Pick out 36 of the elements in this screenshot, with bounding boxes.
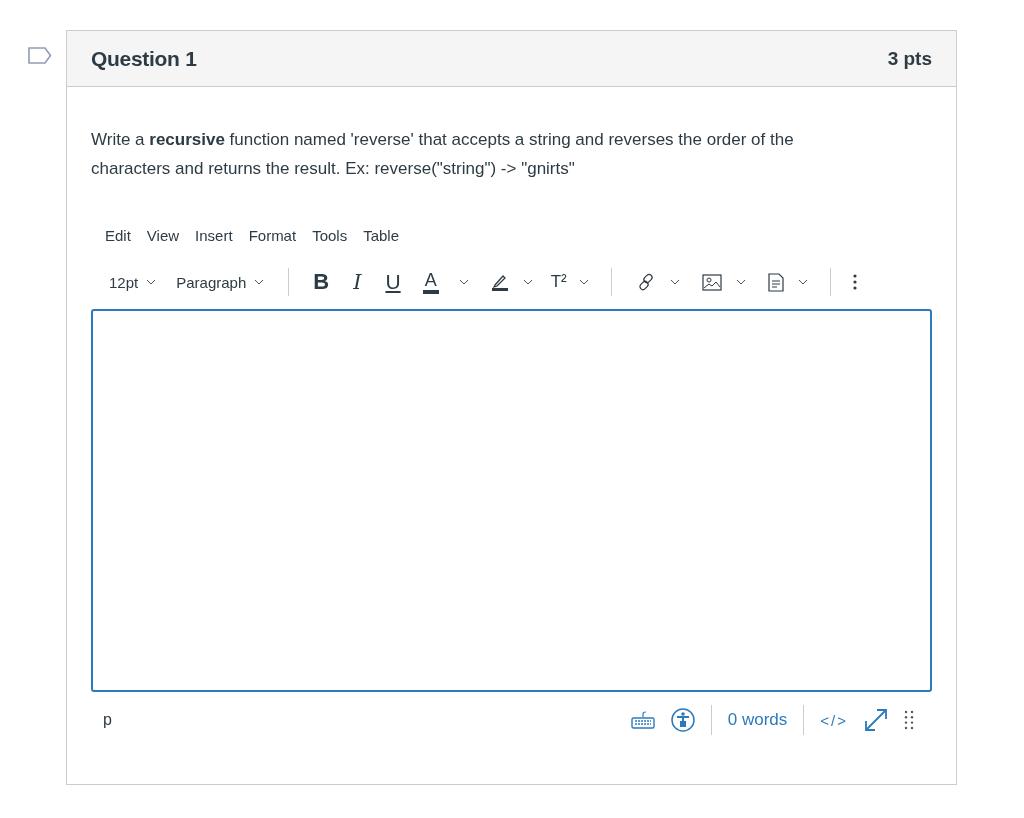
chevron-down-icon[interactable] bbox=[669, 279, 680, 285]
word-count[interactable]: 0 words bbox=[727, 710, 788, 730]
resize-handle-icon[interactable] bbox=[904, 710, 914, 730]
question-title: Question 1 bbox=[91, 46, 197, 71]
menu-item[interactable]: Format bbox=[242, 223, 305, 248]
more-options-icon[interactable] bbox=[852, 274, 857, 290]
document-icon[interactable] bbox=[767, 272, 784, 292]
chevron-down-icon[interactable] bbox=[797, 279, 808, 285]
menu-item[interactable]: Tools bbox=[306, 223, 356, 248]
chevron-down-icon[interactable] bbox=[578, 279, 589, 285]
highlighter-icon[interactable] bbox=[490, 273, 509, 291]
element-path: p bbox=[103, 711, 112, 729]
fullscreen-icon[interactable] bbox=[864, 708, 888, 732]
chevron-down-icon[interactable] bbox=[254, 279, 265, 285]
flag-icon[interactable] bbox=[28, 47, 52, 64]
menu-item[interactable]: Insert bbox=[189, 223, 241, 248]
chevron-down-icon[interactable] bbox=[522, 279, 533, 285]
chevron-down-icon[interactable] bbox=[146, 279, 157, 285]
menu-item[interactable]: Edit bbox=[99, 223, 139, 248]
chevron-down-icon[interactable] bbox=[735, 279, 746, 285]
image-icon[interactable] bbox=[701, 273, 722, 291]
question-prompt: Write a recursive function named 'reverse' that accepts a string and reverses the order of the characters and returns the result. Ex: reverse("string") -> "gnirts" bbox=[91, 129, 795, 180]
format-button[interactable]: U bbox=[373, 270, 413, 294]
points-label: 3 pts bbox=[887, 47, 932, 70]
font-size-dropdown[interactable]: 12pt bbox=[101, 269, 147, 295]
format-button[interactable]: I bbox=[341, 270, 374, 294]
keyboard-icon[interactable] bbox=[630, 711, 655, 729]
block-format-dropdown[interactable]: Paragraph bbox=[168, 269, 255, 295]
chevron-down-icon[interactable] bbox=[458, 279, 469, 285]
html-editor-toggle[interactable]: </> bbox=[820, 711, 848, 729]
format-button[interactable]: B bbox=[301, 270, 342, 294]
menu-item[interactable]: Table bbox=[357, 223, 408, 248]
accessibility-icon[interactable] bbox=[670, 708, 695, 732]
menu-item[interactable]: View bbox=[140, 223, 188, 248]
format-button[interactable]: A bbox=[422, 270, 439, 294]
superscript-button[interactable]: T² bbox=[548, 270, 569, 294]
